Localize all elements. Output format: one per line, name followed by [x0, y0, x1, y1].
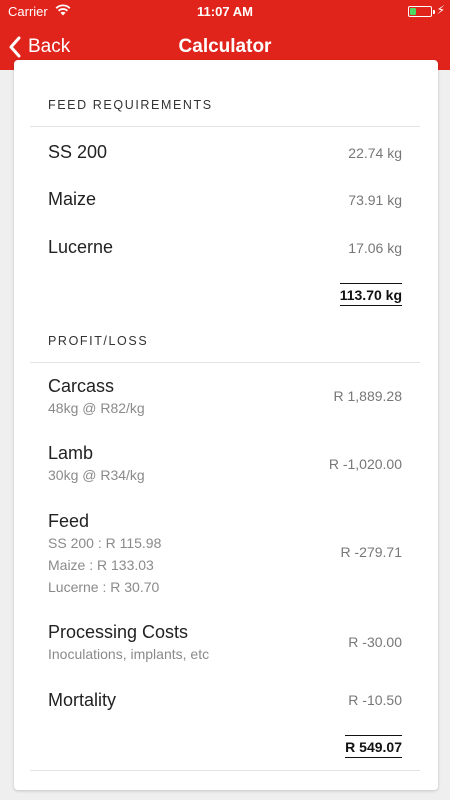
mortality-value: R -10.50 [348, 692, 402, 708]
feed-item-label: Maize [48, 189, 97, 209]
feed-item-value: 22.74 kg [348, 145, 402, 161]
charging-icon: ⚡ [436, 3, 445, 17]
battery-icon [408, 6, 435, 17]
feed-cost-value: R -279.71 [340, 544, 402, 560]
feed-total: 113.70 kg [339, 283, 402, 306]
feed-cost-detail: SS 200 : R 115.98 [48, 535, 162, 551]
results-card [14, 60, 438, 790]
profit-loss-header: PROFIT/LOSS [48, 334, 149, 348]
lamb-value: R -1,020.00 [328, 456, 402, 472]
feed-requirements-header: FEED REQUIREMENTS [48, 98, 213, 112]
feed-item-label: Lucerne [48, 237, 114, 257]
carcass-value: R 1,889.28 [333, 388, 403, 404]
divider [30, 362, 420, 363]
page-title: Calculator [178, 36, 272, 57]
feed-item-value: 17.06 kg [348, 240, 402, 256]
feed-cost-detail: Lucerne : R 30.70 [48, 579, 160, 595]
status-time: 11:07 AM [197, 4, 253, 19]
carcass-label: Carcass [48, 376, 115, 396]
carcass-detail: 48kg @ R82/kg [48, 400, 145, 416]
processing-costs-value: R -30.00 [348, 634, 402, 650]
processing-costs-detail: Inoculations, implants, etc [48, 646, 210, 662]
feed-item-value: 73.91 kg [348, 192, 402, 208]
lamb-detail: 30kg @ R34/kg [48, 467, 145, 483]
mortality-label: Mortality [48, 690, 117, 710]
feed-cost-label: Feed [48, 511, 90, 531]
divider [30, 770, 420, 771]
lamb-label: Lamb [48, 443, 94, 463]
feed-item-label: SS 200 [48, 142, 108, 162]
profit-total: R 549.07 [345, 735, 402, 758]
status-bar: Carrier 11:07 AM ⚡ [0, 0, 450, 24]
processing-costs-label: Processing Costs [48, 622, 189, 642]
feed-cost-detail: Maize : R 133.03 [48, 557, 154, 573]
battery-level [410, 8, 416, 15]
divider [30, 126, 420, 127]
